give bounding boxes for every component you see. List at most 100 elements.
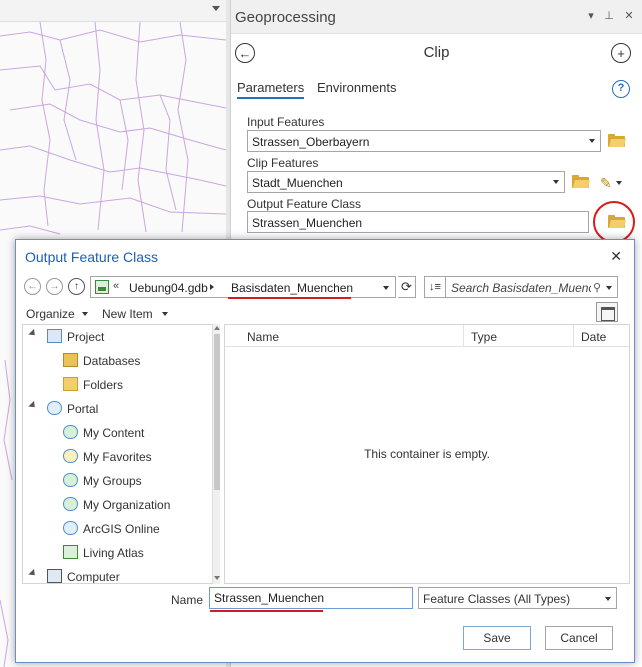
scroll-up-icon[interactable] [214,326,220,330]
address-overflow[interactable]: « [113,280,119,292]
organize-menu[interactable]: Organize [26,307,75,321]
arcgis-online-icon [63,521,78,535]
name-text-input[interactable] [210,588,412,608]
cancel-button[interactable]: Cancel [545,626,613,650]
browse-folder-icon[interactable] [608,134,626,147]
my-content-icon [63,425,78,439]
output-feature-class-label: Output Feature Class [247,197,362,211]
column-header-name[interactable]: Name [247,330,279,344]
view-options-icon[interactable] [596,302,618,322]
sort-icon[interactable]: ↓≡ [424,276,446,298]
clip-features-combo[interactable]: Stadt_Muenchen [247,171,565,193]
tree-item-label: Project [67,330,105,344]
pane-title: Geoprocessing [235,9,336,26]
annotation-underline [210,610,323,612]
search-placeholder: Search Basisdaten_Muenchen [451,281,591,295]
output-feature-class-dialog: Output Feature Class ✕ ← → ↑ « Uebung04.… [15,239,635,663]
tree-item-label: My Organization [83,498,171,512]
scrollbar-thumb[interactable] [214,334,220,490]
output-feature-class-input[interactable]: Strassen_Muenchen [247,211,589,233]
scroll-down-icon[interactable] [214,576,220,580]
column-header-type[interactable]: Type [471,330,497,344]
tree-item-label: ArcGIS Online [83,522,160,536]
navigation-tree[interactable]: Project Databases Folders Portal My Cont… [22,324,220,584]
chevron-down-icon[interactable] [616,181,622,185]
folders-icon [63,377,78,391]
list-header: Name Type Date [225,325,629,347]
tab-environments[interactable]: Environments [317,80,396,95]
tool-title: Clip [423,44,450,61]
save-button[interactable]: Save [463,626,531,650]
living-atlas-icon [63,545,78,559]
address-row: ← → ↑ « Uebung04.gdb Basisdaten_Muenchen… [16,276,636,302]
portal-cloud-icon [47,401,62,415]
new-item-menu[interactable]: New Item [102,307,153,321]
breadcrumb-segment[interactable]: Basisdaten_Muenchen [231,281,353,295]
chevron-down-icon[interactable] [589,139,595,143]
feature-type-value: Feature Classes (All Types) [423,592,571,606]
input-features-combo[interactable]: Strassen_Oberbayern [247,130,601,152]
my-favorites-icon [63,449,78,463]
tree-item-label: My Favorites [83,450,152,464]
search-input[interactable]: Search Basisdaten_Muenchen ⚲ [446,276,618,298]
expand-icon[interactable] [28,328,38,339]
column-divider[interactable] [573,325,574,347]
refresh-icon[interactable]: ⟳ [398,276,416,298]
chevron-down-icon[interactable] [553,180,559,184]
pane-header: Geoprocessing ▾ ⊥ ✕ [231,0,642,34]
tree-item-label: Portal [67,402,99,416]
chevron-down-icon[interactable] [605,597,611,601]
contents-list[interactable]: Name Type Date This container is empty. [224,324,630,584]
chevron-right-icon[interactable] [210,284,214,290]
chevron-down-icon[interactable] [383,286,389,290]
chevron-down-icon[interactable] [162,312,168,316]
pin-icon[interactable]: ⊥ [603,9,615,22]
close-icon[interactable]: ✕ [623,9,635,22]
project-icon [47,329,62,343]
name-field[interactable] [209,587,413,609]
dialog-title: Output Feature Class [25,249,159,265]
feature-type-select[interactable]: Feature Classes (All Types) [418,587,617,609]
tab-parameters[interactable]: Parameters [237,80,305,99]
expand-icon[interactable] [28,400,38,411]
tree-item-label: Living Atlas [83,546,144,560]
tree-item-label: Computer [67,570,120,584]
tree-scrollbar[interactable] [212,324,220,584]
my-organization-icon [63,497,78,511]
back-arrow-icon[interactable]: ← [24,278,41,295]
chevron-down-icon[interactable] [82,312,88,316]
search-icon[interactable]: ⚲ [593,281,601,294]
column-header-date[interactable]: Date [581,330,606,344]
add-icon[interactable]: + [611,43,631,63]
input-features-label: Input Features [247,115,325,129]
output-feature-class-value: Strassen_Muenchen [252,216,363,230]
tree-item-label: My Groups [83,474,142,488]
my-groups-icon [63,473,78,487]
column-divider[interactable] [463,325,464,347]
close-icon[interactable]: ✕ [610,248,622,265]
clip-features-label: Clip Features [247,156,319,170]
pane-options-icon[interactable]: ▾ [585,9,597,22]
dialog-toolbar: Organize New Item [16,302,636,324]
browse-folder-icon[interactable] [572,175,590,188]
chevron-down-icon[interactable] [606,286,612,290]
annotation-circle [593,201,635,243]
breadcrumb-segment[interactable]: Uebung04.gdb [129,281,208,295]
annotation-underline [228,297,351,299]
forward-arrow-icon[interactable]: → [46,278,63,295]
tree-item-label: Databases [83,354,141,368]
input-features-value: Strassen_Oberbayern [252,135,370,149]
tree-item-label: Folders [83,378,124,392]
expand-icon[interactable] [28,568,38,579]
empty-container-message: This container is empty. [364,447,490,461]
sketch-pencil-icon[interactable]: ✎ [600,175,612,192]
computer-icon [47,569,62,583]
databases-icon [63,353,78,367]
up-arrow-icon[interactable]: ↑ [68,278,85,295]
name-label: Name [171,593,204,607]
address-bar[interactable]: « Uebung04.gdb Basisdaten_Muenchen [90,276,396,299]
geodatabase-icon [95,280,109,294]
tree-item-label: My Content [83,426,145,440]
clip-features-value: Stadt_Muenchen [252,176,343,190]
help-icon[interactable]: ? [612,80,630,98]
